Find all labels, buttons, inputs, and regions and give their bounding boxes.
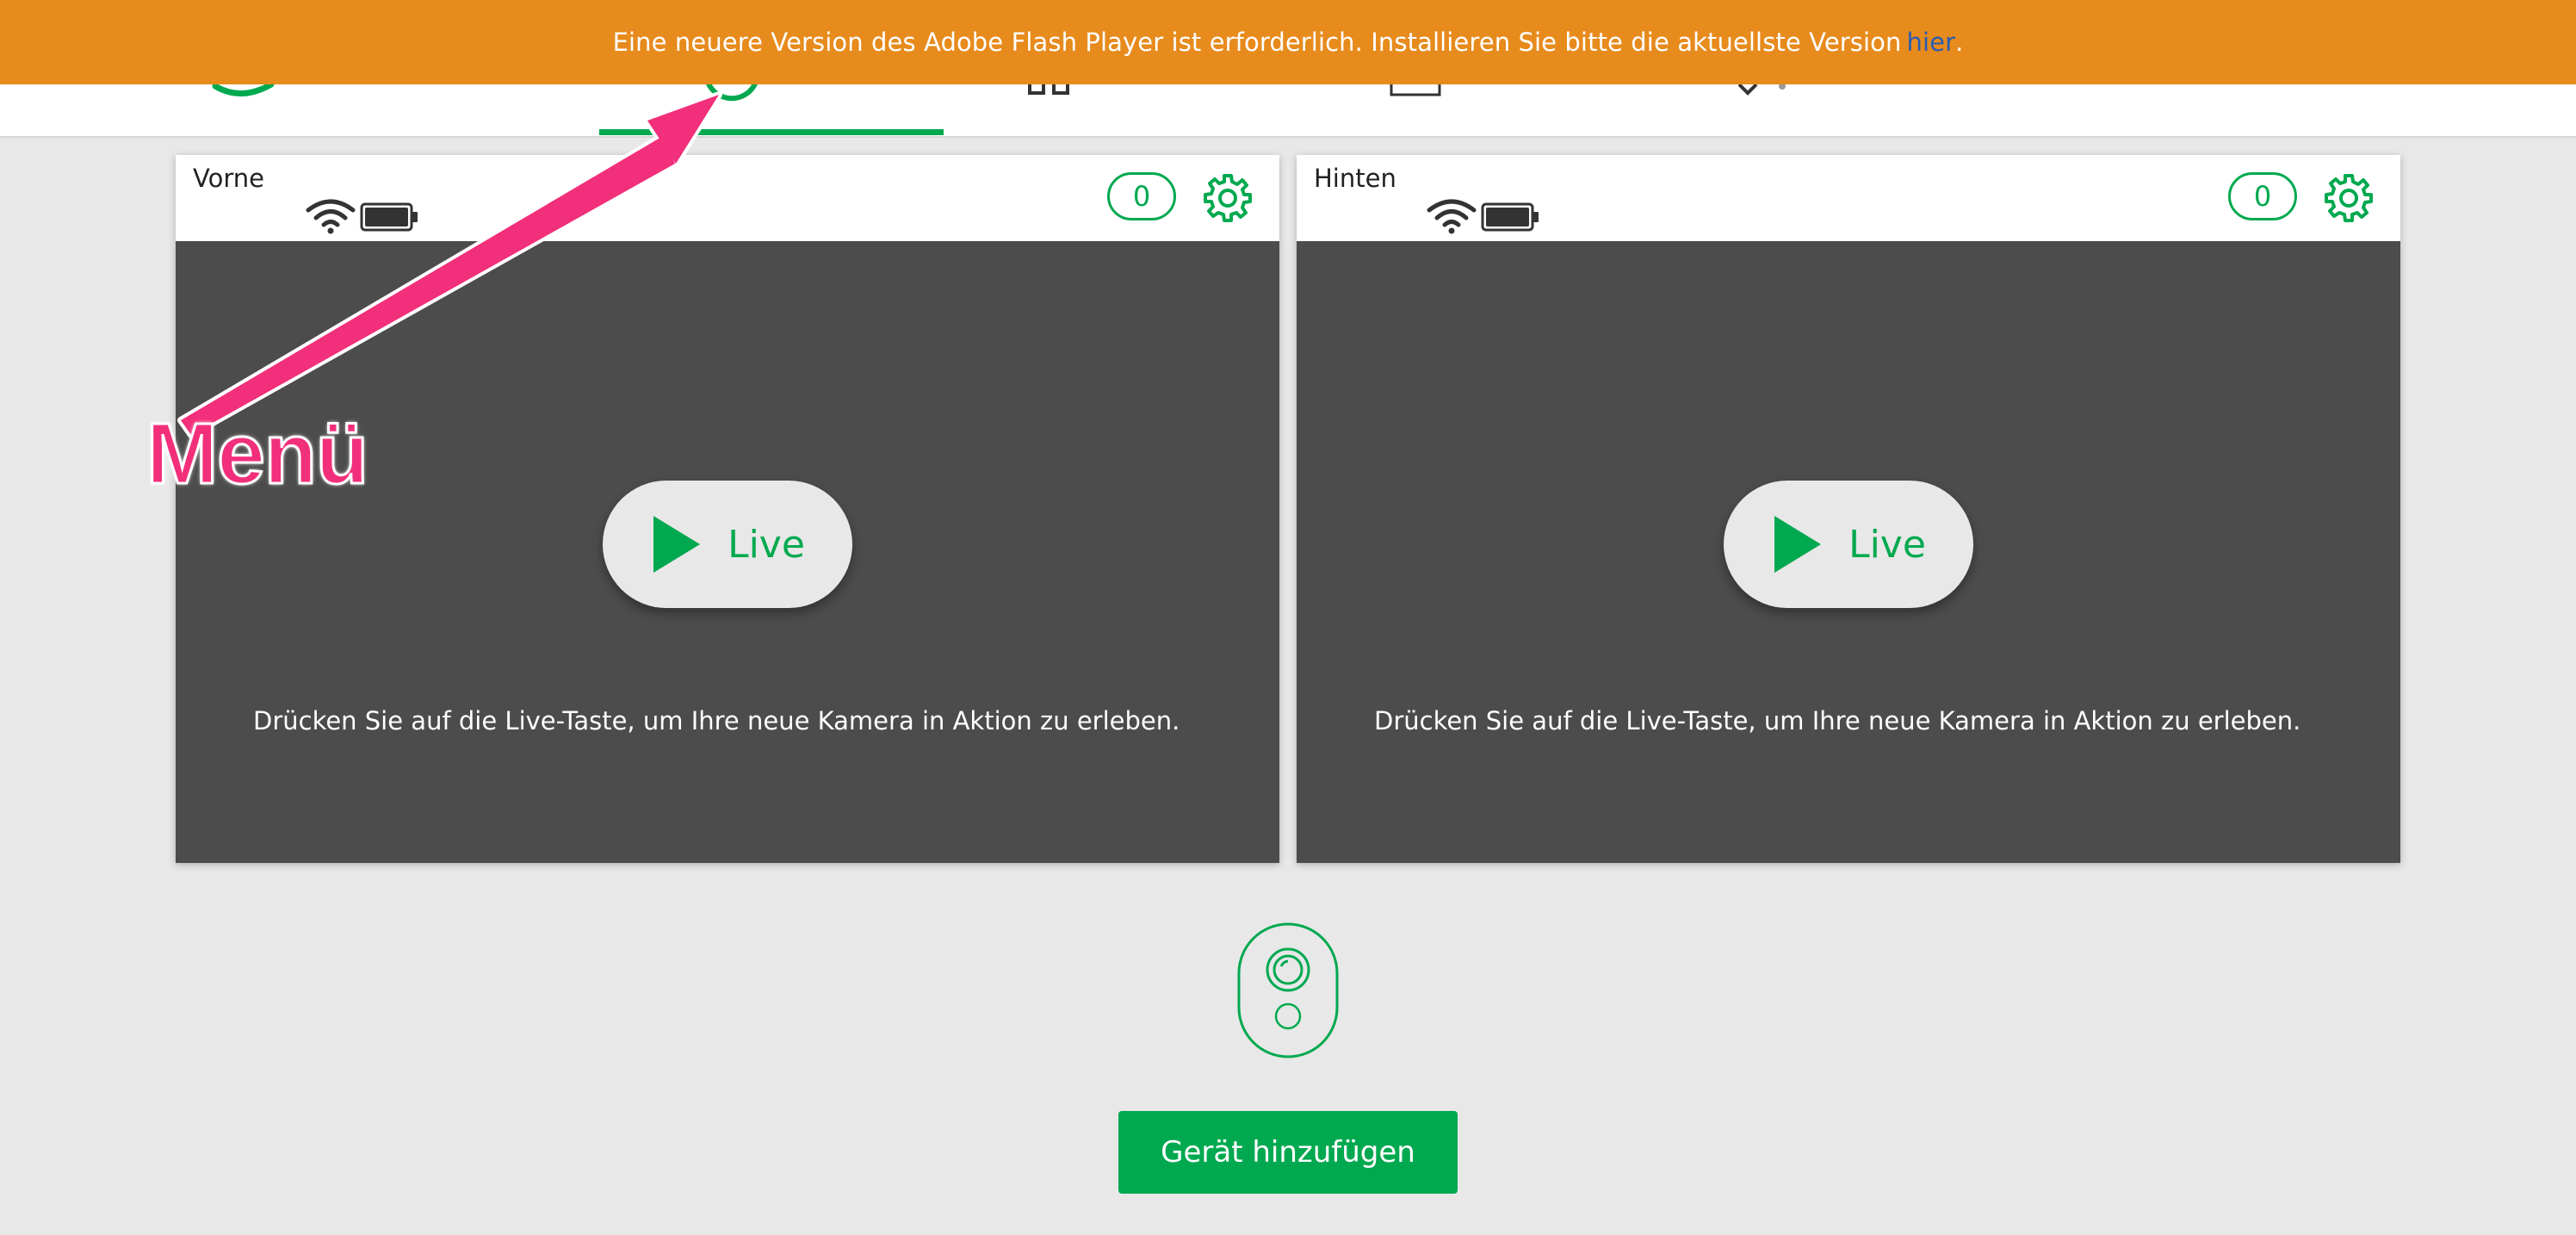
battery-icon bbox=[1481, 202, 1539, 232]
status-icons bbox=[1427, 199, 1539, 234]
camera-hint-text: Drücken Sie auf die Live-Taste, um Ihre … bbox=[1374, 706, 2301, 735]
status-icons bbox=[306, 199, 418, 234]
event-count-badge[interactable]: 0 bbox=[2228, 172, 2297, 220]
play-icon bbox=[653, 516, 701, 573]
camera-name: Vorne bbox=[193, 164, 264, 193]
banner-trailing: . bbox=[1955, 28, 1964, 57]
annotation-label: Menü bbox=[145, 405, 369, 504]
event-count-badge[interactable]: 0 bbox=[1107, 172, 1176, 220]
camera-card-header: Hinten 0 bbox=[1297, 155, 2400, 241]
camera-card-vorne: Vorne 0 Live Drücken Sie auf die Live-Ta… bbox=[176, 155, 1279, 863]
add-device-button[interactable]: Gerät hinzufügen bbox=[1118, 1111, 1458, 1194]
battery-icon bbox=[360, 202, 418, 232]
play-icon bbox=[1774, 516, 1822, 573]
gear-icon[interactable] bbox=[2323, 172, 2375, 224]
camera-name: Hinten bbox=[1314, 164, 1396, 193]
camera-device-icon bbox=[1237, 922, 1339, 1058]
banner-message: Eine neuere Version des Adobe Flash Play… bbox=[612, 28, 1902, 57]
live-button[interactable]: Live bbox=[603, 481, 852, 608]
live-button[interactable]: Live bbox=[1724, 481, 1973, 608]
camera-hint-text: Drücken Sie auf die Live-Taste, um Ihre … bbox=[253, 706, 1180, 735]
wifi-icon bbox=[1427, 199, 1477, 234]
wifi-icon bbox=[306, 199, 356, 234]
gear-icon[interactable] bbox=[1202, 172, 1254, 224]
nav-active-indicator bbox=[599, 129, 944, 135]
live-button-label: Live bbox=[1848, 522, 1926, 567]
flash-warning-banner: Eine neuere Version des Adobe Flash Play… bbox=[0, 0, 2576, 84]
live-button-label: Live bbox=[728, 522, 805, 567]
camera-card-hinten: Hinten 0 Live Drücken Sie auf die Live-T… bbox=[1297, 155, 2400, 863]
camera-card-header: Vorne 0 bbox=[176, 155, 1279, 241]
banner-install-link[interactable]: hier bbox=[1906, 28, 1955, 57]
